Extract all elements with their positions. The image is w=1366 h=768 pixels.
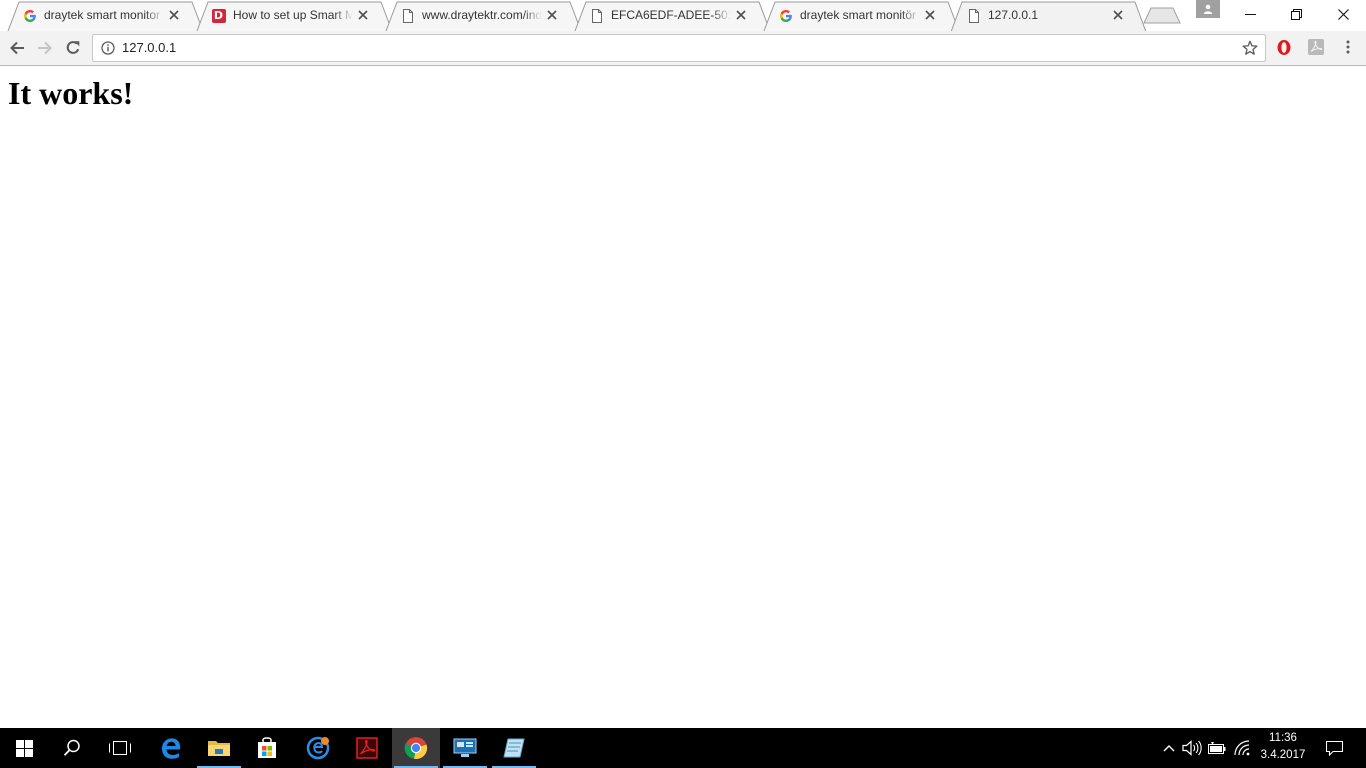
chevron-up-icon <box>1163 745 1175 752</box>
address-bar[interactable]: 127.0.0.1 <box>92 34 1266 62</box>
restore-button[interactable] <box>1273 0 1319 29</box>
close-tab-icon[interactable] <box>356 8 370 22</box>
opera-extension-button[interactable] <box>1275 38 1293 56</box>
chrome-icon <box>404 737 428 759</box>
page-content: It works! <box>0 66 1366 728</box>
profile-button[interactable] <box>1196 0 1220 18</box>
folder-icon <box>208 741 230 756</box>
close-tab-icon[interactable] <box>167 8 181 22</box>
draytek-d-icon: D <box>211 8 226 23</box>
taskbar-chrome[interactable] <box>392 728 440 768</box>
tab-efca6edf[interactable]: EFCA6EDF-ADEE-501F-S <box>574 1 758 30</box>
task-view-icon <box>109 741 131 755</box>
close-tab-icon[interactable] <box>545 8 559 22</box>
clock-date: 3.4.2017 <box>1260 749 1306 761</box>
tab-title: How to set up Smart Mo <box>233 8 353 22</box>
taskbar-store[interactable] <box>243 728 291 768</box>
search-icon <box>63 739 80 756</box>
page-heading: It works! <box>8 75 134 111</box>
back-button[interactable] <box>6 37 28 59</box>
three-dots-menu-icon <box>1346 40 1350 54</box>
windows-taskbar: 11:36 3.4.2017 <box>0 728 1366 768</box>
taskbar-notepad-app[interactable] <box>490 728 538 768</box>
volume-button[interactable] <box>1181 728 1203 768</box>
close-tab-icon[interactable] <box>923 8 937 22</box>
tab-strip: draytek smart monitor lo D How to set up… <box>0 0 1366 32</box>
restore-icon <box>1290 9 1302 20</box>
google-icon <box>22 8 37 23</box>
reload-button[interactable] <box>62 37 84 59</box>
page-icon <box>400 8 415 23</box>
notifications-icon <box>1325 740 1343 756</box>
tab-title: draytek smart monitör k <box>800 8 920 22</box>
tab-localhost[interactable]: 127.0.0.1 <box>951 1 1135 30</box>
tab-title: 127.0.0.1 <box>988 8 1039 22</box>
info-icon[interactable] <box>101 41 115 55</box>
show-hidden-icons-button[interactable] <box>1160 728 1178 768</box>
new-tab-button[interactable] <box>1143 7 1181 24</box>
forward-button[interactable] <box>34 37 56 59</box>
wifi-icon <box>1234 740 1250 756</box>
close-tab-icon[interactable] <box>1111 8 1125 22</box>
blue-e-app-icon <box>306 736 330 760</box>
network-monitor-icon <box>453 738 477 757</box>
taskbar-acrobat[interactable] <box>343 728 391 768</box>
clock-time: 11:36 <box>1269 732 1297 744</box>
pdf-extension-button[interactable] <box>1307 38 1325 56</box>
tab-title: draytek smart monitor lo <box>44 8 164 22</box>
close-icon <box>1337 9 1349 20</box>
system-clock[interactable]: 11:36 3.4.2017 <box>1252 730 1314 766</box>
tab-draytektr[interactable]: www.draytektr.com/inde <box>385 1 569 30</box>
speaker-icon <box>1182 740 1202 756</box>
forward-arrow-icon <box>38 41 52 55</box>
opera-icon <box>1277 39 1291 55</box>
store-bag-icon <box>258 737 276 758</box>
windows-logo-icon <box>15 739 33 757</box>
battery-button[interactable] <box>1206 728 1228 768</box>
notes-app-icon <box>503 738 525 758</box>
minimize-button[interactable] <box>1227 0 1273 29</box>
battery-charging-icon <box>1208 742 1226 754</box>
tab-title: EFCA6EDF-ADEE-501F-S <box>611 8 731 22</box>
tab-draytek-search[interactable]: draytek smart monitor lo <box>7 1 191 30</box>
acrobat-icon <box>1308 39 1324 55</box>
taskbar-file-explorer[interactable] <box>195 728 243 768</box>
taskbar-app-blue[interactable] <box>294 728 342 768</box>
page-icon <box>966 8 981 23</box>
close-window-button[interactable] <box>1320 0 1366 29</box>
task-view-button[interactable] <box>96 728 144 768</box>
minimize-icon <box>1244 14 1256 15</box>
browser-toolbar: 127.0.0.1 <box>0 31 1366 66</box>
action-center-button[interactable] <box>1318 728 1350 768</box>
tab-draytek-monitor-search[interactable]: draytek smart monitör k <box>763 1 947 30</box>
tab-title: www.draytektr.com/inde <box>422 8 542 22</box>
url-text[interactable]: 127.0.0.1 <box>122 35 176 61</box>
acrobat-reader-icon <box>356 737 378 759</box>
start-button[interactable] <box>0 728 48 768</box>
edge-icon <box>162 738 181 759</box>
back-arrow-icon <box>10 41 24 55</box>
network-button[interactable] <box>1231 728 1253 768</box>
chrome-menu-button[interactable] <box>1339 38 1357 56</box>
page-icon <box>589 8 604 23</box>
google-icon <box>778 8 793 23</box>
taskbar-edge[interactable] <box>147 728 195 768</box>
tab-smart-monitor-setup[interactable]: D How to set up Smart Mo <box>196 1 380 30</box>
bookmark-star-icon[interactable] <box>1242 40 1258 56</box>
taskbar-network-app[interactable] <box>441 728 489 768</box>
person-icon <box>1203 4 1213 14</box>
reload-icon <box>66 41 80 54</box>
close-tab-icon[interactable] <box>734 8 748 22</box>
search-button[interactable] <box>48 728 96 768</box>
